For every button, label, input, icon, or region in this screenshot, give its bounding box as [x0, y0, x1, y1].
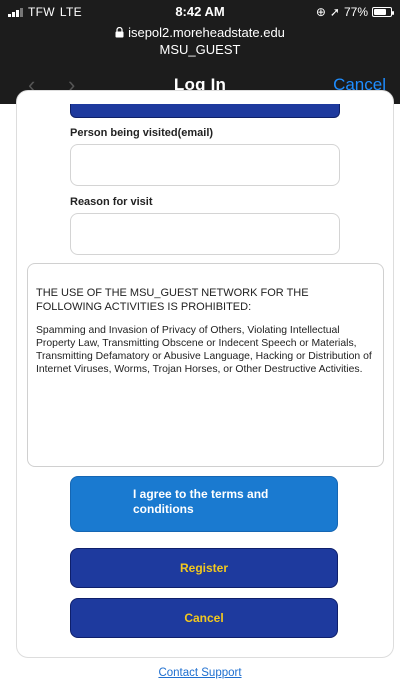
address-bar[interactable]: isepol2.moreheadstate.edu	[0, 25, 400, 40]
visited-email-label: Person being visited(email)	[70, 127, 214, 139]
visited-email-input[interactable]	[70, 144, 340, 186]
partially-hidden-button[interactable]	[70, 104, 340, 118]
reason-label: Reason for visit	[70, 196, 153, 208]
cancel-button[interactable]: Cancel	[70, 598, 338, 638]
battery-percent: 77%	[343, 5, 368, 19]
url-text: isepol2.moreheadstate.edu	[128, 25, 285, 40]
network-ssid: MSU_GUEST	[159, 42, 241, 57]
terms-body: Spamming and Invasion of Privacy of Othe…	[36, 325, 372, 375]
orientation-lock-icon: ⊕	[315, 5, 326, 19]
lock-icon	[115, 27, 124, 38]
agree-terms-button[interactable]: I agree to the terms and conditions	[70, 476, 338, 532]
contact-support-link[interactable]: Contact Support	[0, 667, 400, 679]
terms-heading: THE USE OF THE MSU_GUEST NETWORK FOR THE…	[36, 287, 309, 313]
location-icon: ➚	[329, 5, 340, 19]
register-button[interactable]: Register	[70, 548, 338, 588]
system-status: ⊕ ➚ 77%	[315, 5, 394, 19]
battery-icon	[372, 7, 394, 17]
reason-input[interactable]	[70, 213, 340, 255]
terms-box[interactable]: THE USE OF THE MSU_GUEST NETWORK FOR THE…	[27, 263, 384, 467]
browser-header: TFW LTE 8:42 AM ⊕ ➚ 77% isepol2.morehead…	[0, 0, 400, 104]
